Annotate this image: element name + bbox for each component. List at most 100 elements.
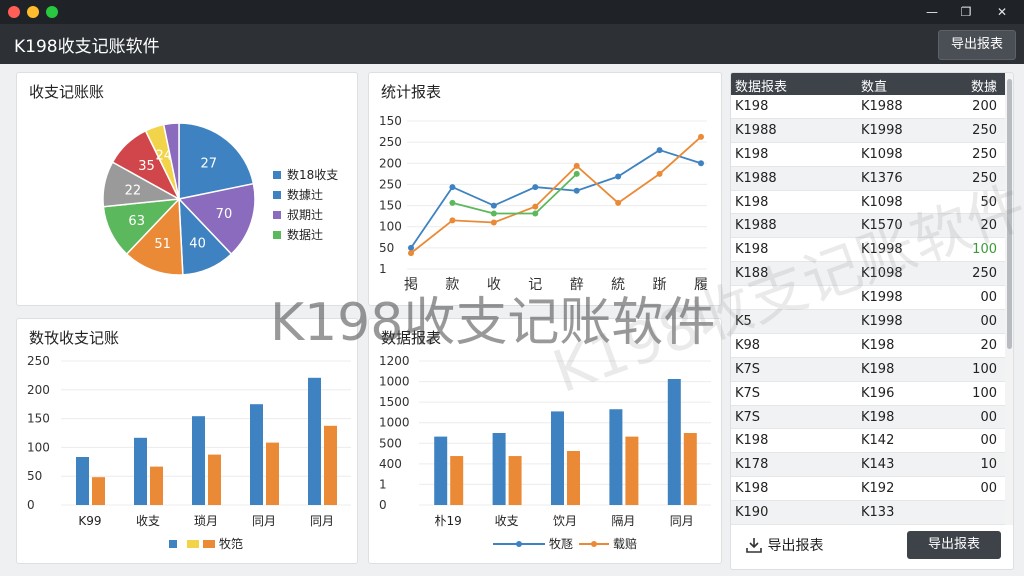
y-tick-label: 400 [379, 457, 402, 471]
bar [250, 404, 263, 505]
export-report-link[interactable]: 导出报表 [745, 535, 823, 555]
table-cell: 250 [972, 266, 997, 282]
y-tick-label: 50 [379, 241, 394, 255]
legend-swatch [169, 540, 177, 548]
column-header-report[interactable]: 数据报表 [735, 76, 787, 95]
zoom-dot-icon[interactable] [46, 6, 58, 18]
table-cell: K1098 [861, 146, 903, 162]
bar [551, 411, 564, 505]
export-report-button-top[interactable]: 导出报表 [938, 30, 1016, 60]
minimize-dot-icon[interactable] [27, 6, 39, 18]
table-row[interactable]: K198 K192 00 [731, 477, 1005, 502]
column-header-amount[interactable]: 数據 [971, 76, 997, 95]
table-cell: K198 [735, 146, 769, 162]
close-dot-icon[interactable] [8, 6, 20, 18]
maximize-icon[interactable]: ❐ [956, 3, 976, 21]
table-row[interactable]: K98 K198 20 [731, 334, 1005, 358]
x-tick-label: 隔月 [611, 514, 635, 528]
x-tick-label: 收支 [136, 514, 160, 528]
bar [92, 477, 105, 505]
table-row[interactable]: K198 K142 00 [731, 429, 1005, 454]
data-point [532, 184, 539, 191]
y-tick-label: 150 [379, 114, 402, 128]
data-point [408, 244, 414, 251]
table-cell: K1988 [735, 122, 777, 138]
bar [625, 436, 639, 505]
table-row[interactable]: K7S K198 00 [731, 405, 1005, 430]
legend-marker [591, 541, 597, 547]
table-cell: K1988 [861, 99, 903, 114]
x-tick-label: 同月 [670, 514, 694, 528]
y-tick-label: 250 [379, 177, 402, 191]
y-tick-label: 1000 [379, 375, 410, 389]
legend-label: 载赔 [613, 536, 637, 551]
bar [134, 437, 147, 505]
bar [150, 466, 163, 505]
y-tick-label: 150 [27, 412, 50, 426]
table-header: 数据报表 数直 数據 [731, 73, 1005, 95]
app-title: K198收支记账软件 [14, 37, 160, 57]
bar [450, 456, 464, 505]
data-point [490, 219, 497, 226]
table-row[interactable]: K1988 K1998 250 [731, 118, 1005, 143]
bar [192, 416, 205, 505]
table-cell: 250 [972, 122, 997, 138]
table-row[interactable]: K7S K196 100 [731, 382, 1005, 406]
table-cell: 00 [980, 290, 997, 306]
column-header-value[interactable]: 数直 [861, 76, 887, 95]
table-cell: K7S [735, 409, 761, 425]
legend-label: 数18收支 [287, 167, 338, 182]
table-cell: 00 [980, 481, 997, 497]
table-cell: K7S [735, 385, 761, 401]
y-tick-label: 1 [379, 262, 387, 276]
pie-slice-label: 63 [128, 214, 145, 229]
y-tick-label: 1 [379, 477, 387, 491]
y-tick-label: 0 [27, 498, 35, 512]
x-tick-label: 朴19 [435, 513, 462, 528]
legend-swatch [187, 540, 199, 548]
minimize-icon[interactable]: — [922, 3, 942, 21]
close-icon[interactable]: ✕ [992, 3, 1012, 21]
data-point [408, 250, 414, 257]
table-cell: K1998 [861, 314, 903, 330]
series-line [410, 136, 702, 254]
data-point [449, 184, 456, 191]
series-line [452, 173, 578, 215]
bar [324, 425, 337, 505]
table-cell: 100 [972, 385, 997, 401]
pie-chart-card: 收支记账账 27 70 40 51 63 22 35 24 数18收支 数據辻 叔期辻 数据辻 [16, 72, 358, 306]
y-tick-label: 200 [27, 383, 50, 397]
data-point [449, 217, 456, 224]
data-point [615, 199, 622, 206]
legend-marker [516, 541, 522, 547]
table-cell: 00 [980, 433, 997, 449]
table-row[interactable]: K7S K198 100 [731, 357, 1005, 382]
table-cell: 00 [980, 409, 997, 425]
y-tick-label: 100 [379, 220, 402, 234]
table-row[interactable]: K198 K1988 200 [731, 95, 1005, 119]
data-point [656, 147, 663, 154]
table-cell: K143 [861, 457, 895, 473]
export-report-button[interactable]: 导出报表 [907, 531, 1001, 559]
pie-chart: 2770405163223524数18收支数據辻叔期辻数据辻 [102, 122, 338, 276]
legend-swatch [203, 540, 215, 548]
table-row[interactable]: K178 K143 10 [731, 453, 1005, 478]
pie-slice-label: 27 [201, 156, 218, 171]
table-row[interactable]: K198 K1098 250 [731, 143, 1005, 167]
bar [76, 457, 89, 505]
table-cell: K198 [735, 99, 769, 114]
y-tick-label: 500 [379, 436, 402, 450]
table-cell: 00 [980, 314, 997, 330]
data-point [698, 160, 704, 167]
y-tick-label: 200 [379, 156, 402, 170]
bar [266, 442, 279, 505]
y-tick-label: 250 [379, 135, 402, 149]
data-point [573, 162, 580, 169]
table-row[interactable]: K190 K133 [731, 501, 1005, 525]
bar [609, 409, 623, 505]
x-tick-label: 同月 [310, 514, 334, 528]
table-cell: K198 [735, 433, 769, 449]
y-tick-label: 50 [27, 469, 42, 483]
data-point [573, 170, 580, 177]
y-tick-label: 100 [27, 440, 50, 454]
